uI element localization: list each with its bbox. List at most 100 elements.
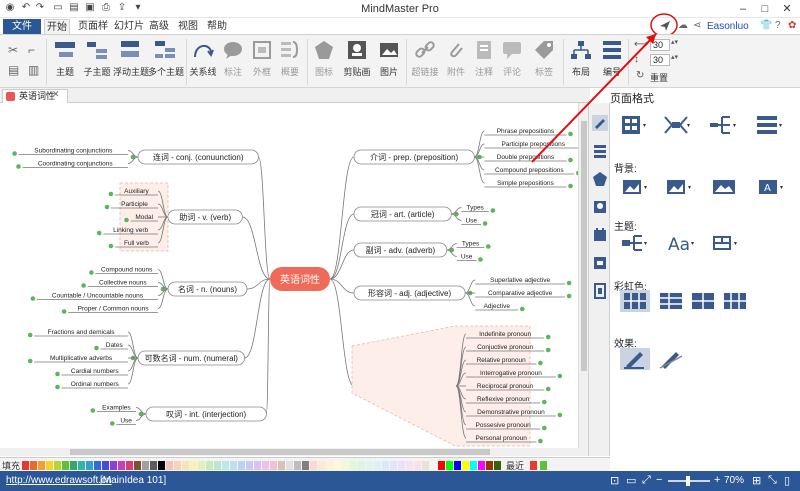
topic-button[interactable]: 主题 bbox=[50, 37, 80, 87]
add-topic-icon[interactable] bbox=[557, 373, 563, 379]
presentation-icon[interactable]: ▭ bbox=[626, 474, 636, 487]
layout-style-1-icon[interactable] bbox=[618, 114, 648, 136]
hyperlink-button[interactable]: 超链接 bbox=[409, 37, 441, 87]
subtopic-label[interactable]: Full verb bbox=[124, 240, 149, 247]
color-swatch[interactable] bbox=[478, 461, 485, 470]
help-icon[interactable]: ? bbox=[775, 20, 781, 31]
add-topic-icon[interactable] bbox=[557, 412, 563, 418]
add-topic-icon[interactable] bbox=[490, 208, 496, 213]
subtopic-label[interactable]: Adjective bbox=[484, 303, 511, 310]
color-swatch[interactable] bbox=[286, 461, 293, 470]
horizontal-scrollbar[interactable] bbox=[0, 448, 588, 456]
add-topic-icon[interactable] bbox=[94, 345, 99, 351]
menu-tab-view[interactable]: 视图 bbox=[175, 19, 201, 34]
add-topic-icon[interactable] bbox=[568, 131, 573, 137]
add-topic-icon[interactable] bbox=[545, 347, 551, 353]
subtopic-label[interactable]: Use bbox=[120, 418, 132, 425]
subtopic-label[interactable]: Possesive pronoun bbox=[476, 422, 532, 429]
layout-style-4-icon[interactable] bbox=[754, 114, 784, 136]
color-swatch[interactable] bbox=[62, 461, 69, 470]
color-swatch[interactable] bbox=[126, 461, 133, 470]
main-topic-label[interactable]: 可数名词 - num. (numeral) bbox=[145, 353, 239, 363]
recent-color-swatch[interactable] bbox=[540, 461, 547, 470]
add-topic-icon[interactable] bbox=[108, 243, 114, 249]
color-swatch[interactable] bbox=[462, 461, 469, 470]
subtopic-label[interactable]: Superlative adjective bbox=[490, 277, 550, 284]
subtopic-button[interactable]: 子主题 bbox=[82, 37, 112, 87]
subtopic-label[interactable]: Demonstrative pronoun bbox=[477, 409, 545, 416]
add-topic-icon[interactable] bbox=[12, 151, 17, 156]
menu-tab-page-style[interactable]: 页面样式 bbox=[74, 19, 112, 47]
copy-icon[interactable]: ▥ bbox=[28, 63, 39, 77]
subtopic-label[interactable]: Interrogative pronoun bbox=[480, 370, 542, 377]
fullscreen-icon[interactable]: ⤢ bbox=[642, 474, 651, 487]
color-swatch[interactable] bbox=[94, 461, 101, 470]
add-topic-icon[interactable] bbox=[482, 221, 488, 226]
color-swatch[interactable] bbox=[318, 461, 325, 470]
central-topic-label[interactable]: 英语词性 bbox=[280, 273, 320, 286]
color-swatch[interactable] bbox=[190, 461, 197, 470]
add-topic-icon[interactable] bbox=[16, 164, 21, 169]
color-swatch[interactable] bbox=[230, 461, 237, 470]
subtopic-label[interactable]: Conjuctive pronoun bbox=[477, 344, 533, 351]
hand-drawn-icon[interactable] bbox=[620, 348, 650, 370]
color-swatch[interactable] bbox=[270, 461, 277, 470]
add-topic-icon[interactable] bbox=[538, 360, 543, 366]
add-topic-icon[interactable] bbox=[538, 438, 543, 444]
recent-color-swatch[interactable] bbox=[530, 461, 537, 470]
color-swatch[interactable] bbox=[422, 461, 429, 470]
add-topic-icon[interactable] bbox=[486, 244, 491, 249]
subtopic-label[interactable]: Participle bbox=[121, 201, 148, 208]
main-topic-label[interactable]: 名词 - n. (nouns) bbox=[178, 284, 237, 294]
add-topic-icon[interactable] bbox=[27, 332, 33, 338]
main-topic-label[interactable]: 冠词 - art. (article) bbox=[371, 210, 435, 219]
subtopic-label[interactable]: Countable / Uncountable nouns bbox=[52, 293, 144, 300]
color-swatch[interactable] bbox=[350, 461, 357, 470]
fit-width-icon[interactable]: ⊞ bbox=[752, 474, 761, 487]
multi-topic-button[interactable]: 多个主题 bbox=[148, 37, 184, 87]
slide-icon[interactable] bbox=[592, 283, 608, 299]
paste-icon[interactable]: ▤ bbox=[8, 63, 19, 77]
color-swatch[interactable] bbox=[326, 461, 333, 470]
clipart-panel-icon[interactable] bbox=[592, 199, 608, 215]
color-swatch[interactable] bbox=[302, 461, 309, 470]
numbering-button[interactable]: 编号 bbox=[598, 37, 626, 87]
add-topic-icon[interactable] bbox=[55, 371, 60, 377]
color-swatch[interactable] bbox=[134, 461, 141, 470]
publish-icon[interactable] bbox=[659, 20, 671, 32]
subtopic-label[interactable]: Indefinite pronoun bbox=[479, 331, 531, 338]
minimize-icon[interactable]: – bbox=[732, 0, 754, 18]
color-swatch[interactable] bbox=[150, 461, 157, 470]
color-swatch[interactable] bbox=[70, 461, 77, 470]
color-swatch[interactable] bbox=[382, 461, 389, 470]
subtopic-label[interactable]: Phrase prepositions bbox=[497, 128, 555, 135]
task-icon[interactable] bbox=[592, 255, 608, 271]
color-swatch[interactable] bbox=[158, 461, 165, 470]
subtopic-label[interactable]: Multiplicative adverbs bbox=[50, 355, 113, 362]
reset-button[interactable]: 重置 bbox=[650, 71, 668, 84]
background-color-icon[interactable] bbox=[620, 176, 650, 198]
subtopic-label[interactable]: Comparative adjective bbox=[488, 290, 553, 297]
subtopic-label[interactable]: Reflexive pronoun bbox=[477, 396, 530, 403]
color-swatch[interactable] bbox=[438, 461, 445, 470]
relation-line-button[interactable]: 关系线 bbox=[189, 37, 217, 87]
color-swatch[interactable] bbox=[342, 461, 349, 470]
color-swatch[interactable] bbox=[254, 461, 261, 470]
mark-icon[interactable] bbox=[592, 171, 608, 187]
add-topic-icon[interactable] bbox=[108, 191, 114, 197]
add-topic-icon[interactable] bbox=[542, 399, 547, 405]
subtopic-label[interactable]: Dates bbox=[106, 342, 124, 349]
cloud-icon[interactable]: ☁ bbox=[678, 20, 688, 31]
subtopic-label[interactable]: Types bbox=[466, 205, 484, 212]
theme-font-icon[interactable]: Aa bbox=[666, 232, 696, 254]
color-swatch[interactable] bbox=[310, 461, 317, 470]
note-button[interactable]: 注释 bbox=[471, 37, 497, 87]
subtopic-label[interactable]: Collective nouns bbox=[99, 280, 147, 287]
add-topic-icon[interactable] bbox=[566, 280, 572, 286]
color-swatch[interactable] bbox=[454, 461, 461, 470]
color-swatch[interactable] bbox=[142, 461, 149, 470]
color-swatch[interactable] bbox=[414, 461, 421, 470]
zoom-slider-handle[interactable] bbox=[686, 476, 690, 486]
website-link[interactable]: http://www.edrawsoft.cn bbox=[6, 475, 112, 486]
subtopic-label[interactable]: Types bbox=[462, 241, 480, 248]
